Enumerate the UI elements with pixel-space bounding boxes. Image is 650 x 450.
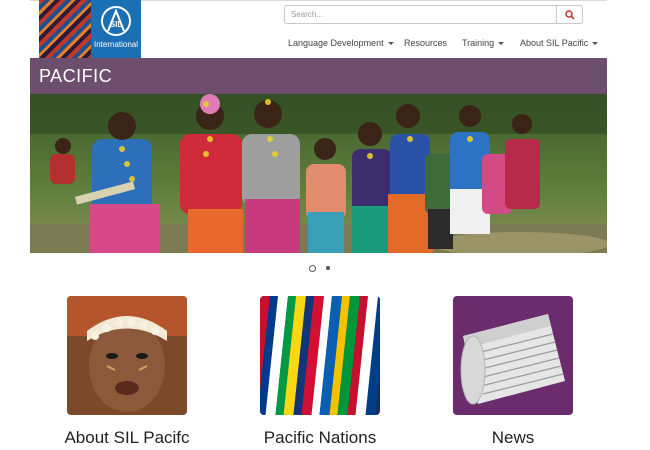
nav-language-development[interactable]: Language Development — [288, 38, 394, 48]
page-title: PACIFIC — [39, 66, 113, 86]
search-icon — [565, 10, 575, 20]
pacific-nations-image[interactable] — [260, 296, 380, 415]
sil-logo-icon: SIL — [101, 6, 131, 36]
portrait-photo — [67, 296, 187, 415]
nav-label: About SIL Pacific — [520, 38, 589, 48]
carousel-dot-2[interactable] — [326, 266, 330, 270]
carousel-dot-1[interactable] — [309, 265, 316, 272]
nav-resources[interactable]: Resources — [404, 38, 447, 48]
news-image[interactable] — [453, 296, 573, 415]
nav-training[interactable]: Training — [462, 38, 505, 48]
nav-label: Training — [462, 38, 495, 48]
carousel-slide-image[interactable] — [30, 94, 607, 253]
sil-logo[interactable]: SIL International — [39, 0, 141, 58]
news-link[interactable]: News — [418, 428, 608, 448]
logo-box: SIL International — [91, 0, 141, 58]
nav-label: Resources — [404, 38, 448, 48]
pacific-nations-link[interactable]: Pacific Nations — [225, 428, 415, 448]
chevron-down-icon — [592, 42, 599, 46]
newspaper-photo — [453, 296, 573, 415]
chevron-down-icon — [387, 42, 394, 46]
nav-about-sil-pacific[interactable]: About SIL Pacific — [520, 38, 599, 48]
logo-mark-text: SIL — [110, 20, 123, 29]
chevron-down-icon — [498, 42, 505, 46]
region-banner: PACIFIC — [30, 58, 607, 94]
search-input[interactable] — [284, 5, 556, 24]
about-sil-pacific-image[interactable] — [67, 296, 187, 415]
logo-pattern — [39, 0, 91, 58]
flags-photo — [260, 296, 380, 415]
nav-label: Language Development — [288, 38, 384, 48]
procession-photo — [30, 94, 607, 253]
logo-text: International — [93, 40, 139, 49]
about-sil-pacific-link[interactable]: About SIL Pacifc — [32, 428, 222, 448]
search-button[interactable] — [556, 5, 583, 24]
